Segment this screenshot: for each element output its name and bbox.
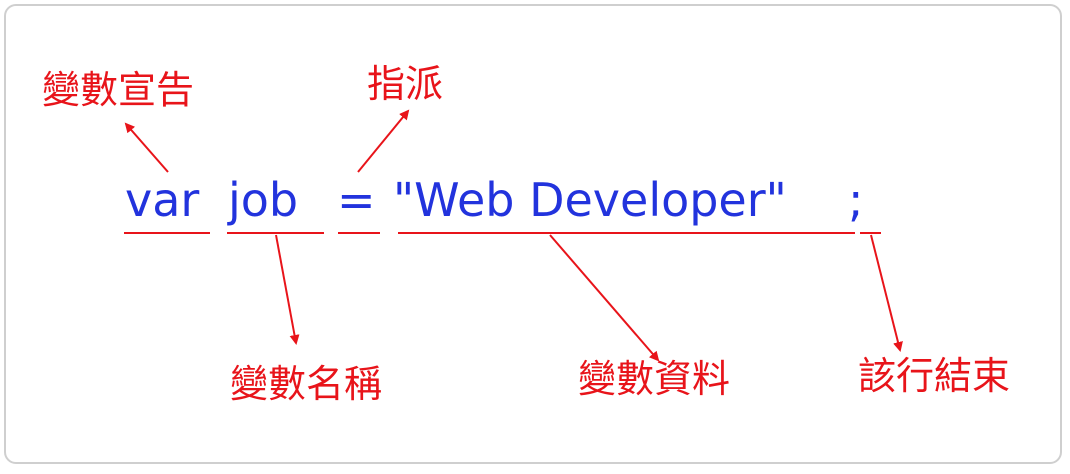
arrow-to-variable-name: [275, 234, 300, 345]
annotation-overlay: [124, 109, 903, 362]
arrow-to-declaration: [124, 122, 169, 173]
arrow-to-assignment: [357, 109, 410, 173]
arrow-to-line-end: [870, 234, 903, 352]
arrow-to-variable-data: [549, 234, 660, 362]
